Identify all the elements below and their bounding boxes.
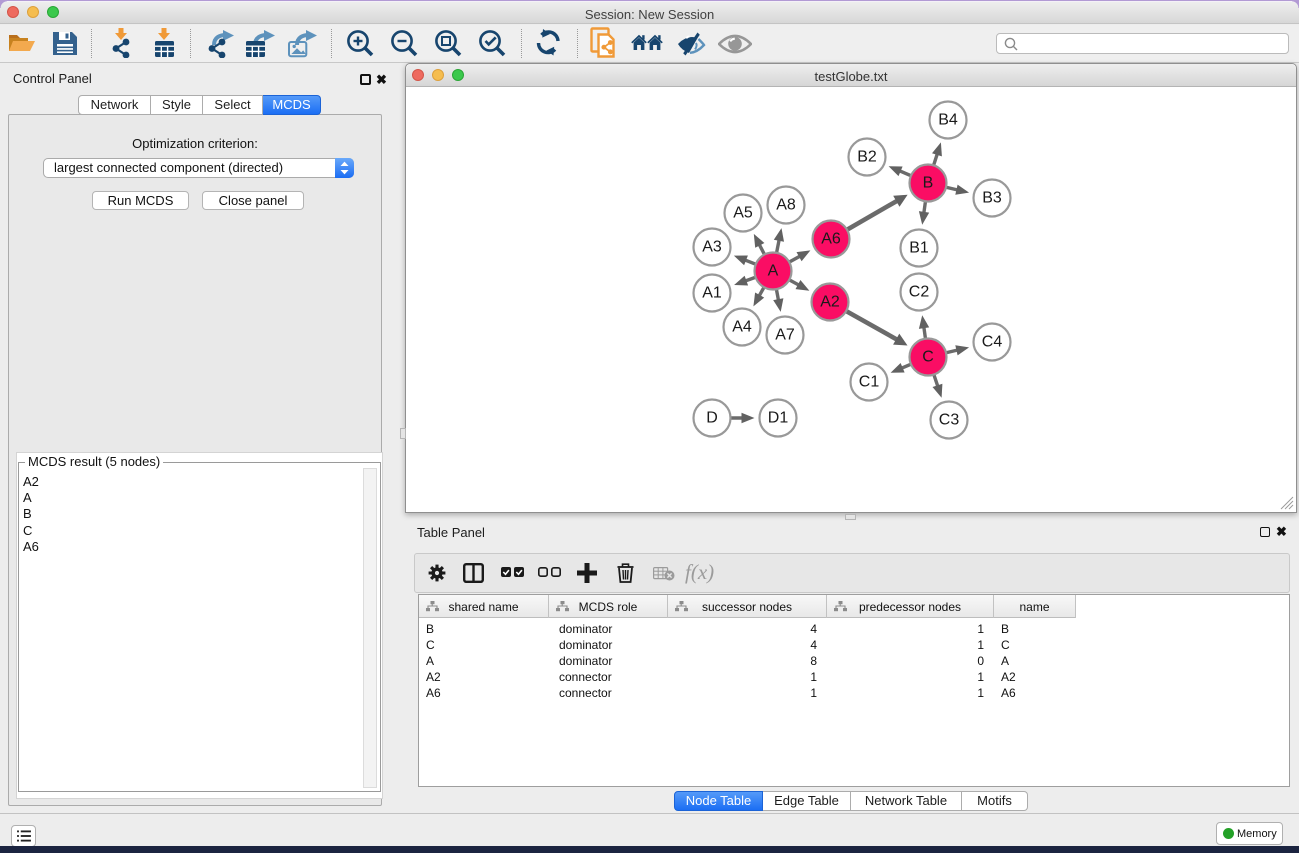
svg-text:C2: C2: [909, 284, 930, 301]
svg-text:D1: D1: [768, 410, 789, 427]
svg-text:A4: A4: [732, 319, 752, 336]
svg-text:B1: B1: [909, 240, 929, 257]
svg-text:C4: C4: [982, 334, 1003, 351]
svg-text:A6: A6: [821, 231, 841, 248]
svg-text:B: B: [923, 175, 934, 192]
svg-text:B3: B3: [982, 190, 1002, 207]
svg-text:B2: B2: [857, 149, 877, 166]
svg-text:C3: C3: [939, 412, 960, 429]
svg-text:A: A: [768, 263, 779, 280]
svg-text:A1: A1: [702, 285, 722, 302]
svg-text:B4: B4: [938, 112, 958, 129]
svg-text:D: D: [706, 410, 718, 427]
svg-text:A8: A8: [776, 197, 796, 214]
svg-text:C: C: [922, 349, 934, 366]
svg-text:A2: A2: [820, 294, 840, 311]
svg-text:A3: A3: [702, 239, 722, 256]
svg-text:C1: C1: [859, 374, 880, 391]
svg-text:A7: A7: [775, 327, 795, 344]
svg-text:A5: A5: [733, 205, 753, 222]
